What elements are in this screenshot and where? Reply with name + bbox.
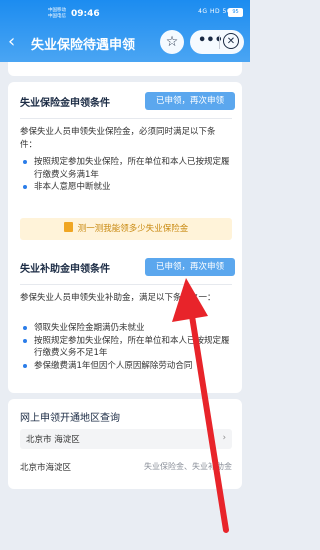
previous-card xyxy=(8,62,242,76)
status-bar: 中国移动 中国电信 09:46 4G HD 5G 95 xyxy=(0,0,250,24)
list-item: 非本人意愿中断就业 xyxy=(20,181,232,194)
page-title: 失业保险待遇申领 xyxy=(31,38,136,53)
nav-bar: ‹ 失业保险待遇申领 ☆ ••• ✕ xyxy=(0,28,250,58)
back-icon[interactable]: ‹ xyxy=(8,31,26,53)
network-label: 4G HD xyxy=(198,8,221,15)
calculator-icon xyxy=(63,222,73,232)
benefit-apply-button[interactable]: 已申领，再次申领 xyxy=(145,92,235,110)
subsidy-conditions-list: 领取失业保险金期满仍未就业 按照规定参加失业保险，所在单位和本人已按规定履行缴费… xyxy=(20,322,232,372)
close-icon[interactable]: ✕ xyxy=(223,33,239,49)
header-bar: 中国移动 中国电信 09:46 4G HD 5G 95 ‹ 失业保险待遇申领 ☆… xyxy=(0,0,250,62)
region-select-value: 北京市 海淀区 xyxy=(26,435,80,445)
divider xyxy=(20,284,232,285)
chevron-right-icon: › xyxy=(222,433,226,443)
list-item: 按照规定参加失业保险，所在单位和本人已按规定履行缴费义务满1年 xyxy=(20,156,232,181)
region-result-row: 北京市海淀区 失业保险金、失业补助金 xyxy=(20,461,232,475)
network-indicator: 4G HD 5G xyxy=(198,8,232,15)
carrier-info: 中国移动 中国电信 xyxy=(48,8,70,19)
list-item: 参保缴费满1年但因个人原因解除劳动合同 xyxy=(20,360,232,373)
subsidy-intro: 参保失业人员申领失业补助金，满足以下条件之一： xyxy=(20,293,216,303)
region-query-card: 网上申领开通地区查询 北京市 海淀区 › 北京市海淀区 失业保险金、失业补助金 xyxy=(8,399,242,489)
subsidy-apply-button[interactable]: 已申领，再次申领 xyxy=(145,258,235,276)
region-result-types: 失业保险金、失业补助金 xyxy=(144,462,232,471)
benefit-intro: 参保失业人员申领失业保险金，必须同时满足以下条件： xyxy=(20,127,216,150)
calculate-benefit-button[interactable]: 测一测我能领多少失业保险金 xyxy=(20,218,232,240)
star-icon[interactable]: ☆ xyxy=(160,30,184,54)
benefit-conditions-list: 按照规定参加失业保险，所在单位和本人已按规定履行缴费义务满1年 非本人意愿中断就… xyxy=(20,156,232,194)
calculate-label: 测一测我能领多少失业保险金 xyxy=(77,224,189,234)
divider xyxy=(20,118,232,119)
battery-icon: 95 xyxy=(228,8,243,17)
carrier-2: 中国电信 xyxy=(48,13,66,19)
benefit-conditions-card: 失业保险金申领条件 已申领，再次申领 参保失业人员申领失业保险金，必须同时满足以… xyxy=(8,82,242,268)
mini-program-capsule: ••• ✕ xyxy=(190,30,244,54)
subsidy-card-title: 失业补助金申领条件 xyxy=(20,264,110,275)
list-item: 按照规定参加失业保险，所在单位和本人已按规定履行缴费义务不足1年 xyxy=(20,335,232,360)
list-item: 领取失业保险金期满仍未就业 xyxy=(20,322,232,335)
subsidy-conditions-card: 失业补助金申领条件 已申领，再次申领 参保失业人员申领失业补助金，满足以下条件之… xyxy=(8,248,242,393)
capsule-divider xyxy=(219,35,220,49)
clock: 09:46 xyxy=(71,9,100,19)
region-result-city: 北京市海淀区 xyxy=(20,463,72,473)
region-select[interactable]: 北京市 海淀区 › xyxy=(20,429,232,449)
benefit-card-title: 失业保险金申领条件 xyxy=(20,98,110,109)
region-card-title: 网上申领开通地区查询 xyxy=(20,413,120,424)
